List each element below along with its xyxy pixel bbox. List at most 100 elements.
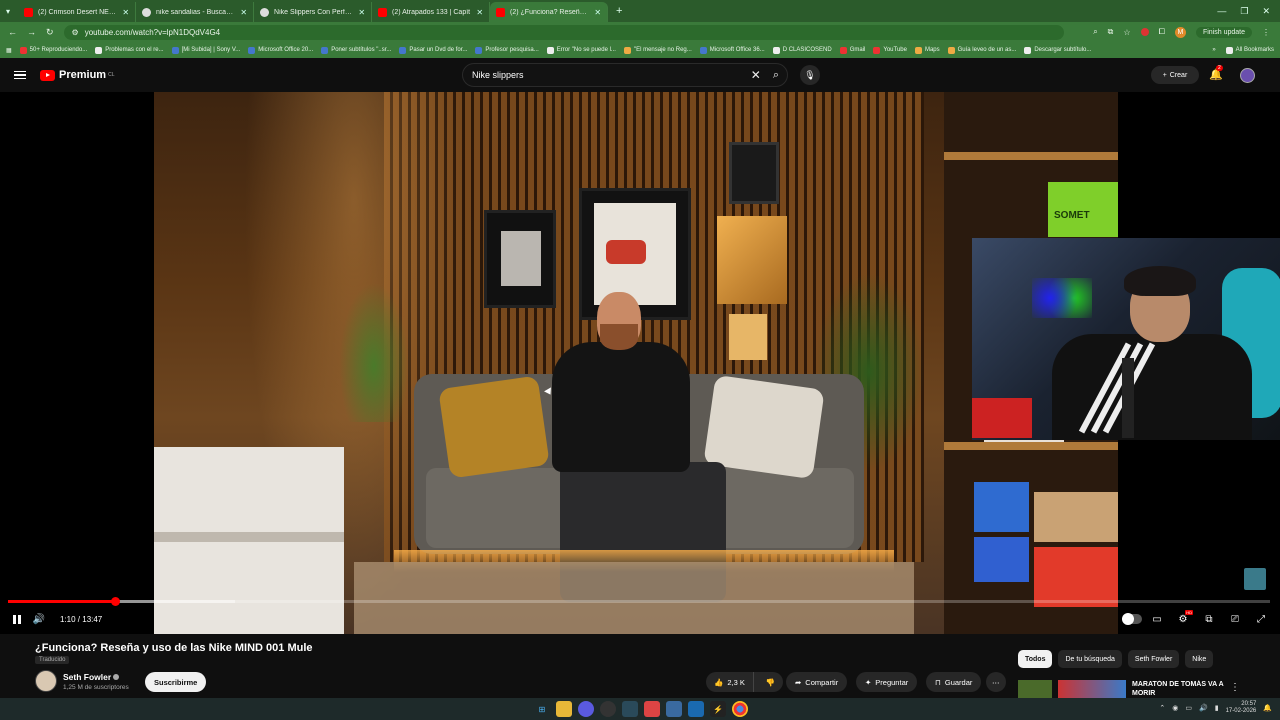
miniplayer-icon[interactable]: ⧉ — [1198, 608, 1220, 630]
close-tab-icon[interactable]: ✕ — [476, 8, 483, 17]
browser-tab-1[interactable]: (2) Crimson Desert NEW Game ✕ — [18, 2, 137, 22]
close-tab-icon[interactable]: ✕ — [358, 8, 365, 17]
notifications-icon[interactable]: 🔔 — [1263, 704, 1272, 712]
bookmark-item[interactable]: Pasar un Dvd de for... — [399, 46, 467, 54]
browser-tab-4[interactable]: (2) Atrapados 133 | Capít ✕ — [372, 2, 491, 22]
close-tab-icon[interactable]: ✕ — [240, 8, 247, 17]
recommended-thumbnail[interactable] — [1058, 680, 1126, 698]
channel-watermark[interactable] — [1244, 568, 1266, 590]
new-tab-button[interactable]: + — [616, 5, 622, 17]
channel-name[interactable]: Seth Fowler — [63, 672, 120, 682]
pause-button[interactable] — [6, 608, 28, 630]
battery-icon[interactable]: ▮ — [1215, 704, 1219, 712]
omnibox[interactable]: ⚙ youtube.com/watch?v=lpN1DQdV4G4 — [63, 24, 1064, 40]
install-icon[interactable]: ⧉ — [1108, 27, 1114, 37]
site-info-icon[interactable]: ⚙ — [72, 28, 79, 37]
bookmark-item[interactable]: Descargar subtítulo... — [1024, 46, 1091, 54]
search-input[interactable]: Nike slippers — [472, 70, 751, 80]
steam-icon[interactable] — [688, 701, 704, 717]
bookmark-item[interactable]: Microsoft Office 36... — [699, 46, 765, 54]
bookmark-item[interactable]: Error "No se puede l... — [546, 46, 616, 54]
windows-start-icon[interactable]: ⊞ — [534, 701, 550, 717]
bookmark-item[interactable]: Profesor pesquisa... — [475, 46, 539, 54]
maximize-icon[interactable]: ❐ — [1240, 6, 1248, 17]
bookmark-item[interactable]: Gmail — [839, 46, 865, 54]
like-button[interactable]: 👍 2,3 K — [706, 672, 754, 692]
settings-gear-icon[interactable]: ⚙ HD — [1172, 608, 1194, 630]
chip-todos[interactable]: Todos — [1018, 650, 1053, 668]
microphone-icon[interactable]: 🎙 — [800, 65, 820, 85]
discord-icon[interactable] — [578, 701, 594, 717]
tray-chevron-icon[interactable]: ⌃ — [1159, 704, 1165, 712]
progress-bar[interactable] — [8, 597, 1270, 606]
profile-avatar[interactable]: M — [1174, 26, 1186, 38]
close-tab-icon[interactable]: ✕ — [594, 8, 601, 17]
recommended-thumbnail[interactable] — [1018, 680, 1052, 698]
cast-icon[interactable]: ⎚ — [1224, 608, 1246, 630]
bookmark-item[interactable]: Microsoft Office 20... — [248, 46, 313, 54]
ask-button[interactable]: ✦ Preguntar — [856, 672, 918, 692]
dislike-button[interactable]: 👎 — [758, 672, 783, 692]
reload-icon[interactable]: ↻ — [46, 27, 54, 38]
fullscreen-icon[interactable]: ⤢ — [1250, 608, 1272, 630]
wifi-icon[interactable]: ◉ — [1172, 704, 1178, 712]
search-icon[interactable]: ⌕ — [773, 69, 779, 82]
calendar-icon[interactable] — [644, 701, 660, 717]
forward-icon[interactable]: → — [27, 27, 36, 38]
subscribe-button[interactable]: Suscribirme — [145, 672, 207, 692]
share-button[interactable]: ➦ Compartir — [786, 672, 848, 692]
browser-tab-2[interactable]: nike sandalias - Buscar con Go ✕ — [136, 2, 255, 22]
autoplay-toggle[interactable] — [1122, 613, 1142, 625]
create-button[interactable]: + Crear — [1151, 66, 1199, 84]
chip-nike[interactable]: Nike — [1185, 650, 1214, 668]
clear-search-icon[interactable]: ✕ — [751, 68, 761, 82]
all-bookmarks-button[interactable]: All Bookmarks — [1225, 46, 1274, 54]
chip-seth-fowler[interactable]: Seth Fowler — [1127, 650, 1180, 668]
menu-dots-icon[interactable]: ⋮ — [1262, 28, 1270, 37]
bookmark-item[interactable]: Maps — [914, 46, 940, 54]
save-button[interactable]: ⊓ Guardar — [926, 672, 982, 692]
finish-update-button[interactable]: Finish update — [1195, 26, 1252, 38]
zoom-icon[interactable]: ⌕ — [1093, 27, 1097, 37]
account-avatar[interactable] — [1240, 68, 1255, 83]
volume-icon[interactable]: 🔊 — [28, 608, 50, 630]
back-icon[interactable]: ← — [8, 27, 17, 38]
video-player[interactable]: SOMET 🔊 1:10 / 13:47 ▭ ⚙ HD ⧉ ⎚ ⤢ — [0, 92, 1280, 634]
recommended-video[interactable]: MARATÓN DE TOMÁS VA A MORIR ⋮ — [1018, 680, 1268, 698]
bookmark-item[interactable]: Poner subtítulos "..sr... — [321, 46, 391, 54]
extensions-puzzle-icon[interactable]: ⧠ — [1159, 27, 1165, 37]
more-bookmarks-icon[interactable]: » — [1212, 47, 1215, 54]
bookmark-star-icon[interactable]: ☆ — [1123, 28, 1130, 37]
browser-tab-3[interactable]: Nike Slippers Con Perforacione ✕ — [254, 2, 373, 22]
more-dots-icon[interactable]: ⋮ — [1230, 682, 1240, 693]
menu-hamburger-icon[interactable] — [14, 70, 26, 80]
more-actions-button[interactable]: ⋯ — [986, 672, 1006, 692]
chip-de-tu-busqueda[interactable]: De tu búsqueda — [1058, 650, 1122, 668]
close-window-icon[interactable]: ✕ — [1262, 6, 1270, 17]
bookmark-item[interactable]: Guía leveo de un as... — [947, 46, 1016, 54]
bookmark-item[interactable]: [Mi Subida] | Sony V... — [171, 46, 240, 54]
clock[interactable]: 20:57 17-02-2026 — [1226, 701, 1257, 715]
close-tab-icon[interactable]: ✕ — [122, 8, 129, 17]
channel-avatar[interactable] — [35, 670, 57, 692]
minimize-icon[interactable]: — — [1217, 6, 1226, 17]
notifications-bell-icon[interactable]: 🔔 2 — [1209, 65, 1223, 81]
obs-icon[interactable] — [600, 701, 616, 717]
extension-icon[interactable] — [1140, 28, 1149, 36]
app-icon[interactable] — [622, 701, 638, 717]
file-explorer-icon[interactable] — [556, 701, 572, 717]
tab-search-icon[interactable]: ▾ — [0, 7, 18, 16]
chrome-icon[interactable] — [732, 701, 748, 717]
subtitles-icon[interactable]: ▭ — [1146, 608, 1168, 630]
youtube-premium-logo[interactable]: Premium CL — [40, 69, 114, 81]
translated-badge[interactable]: Traducido — [35, 656, 70, 664]
bookmark-item[interactable]: D CLASICOSEND — [772, 46, 832, 54]
bookmark-item[interactable]: "El mensaje no Reg... — [623, 46, 692, 54]
app-icon[interactable]: ⚡ — [710, 701, 726, 717]
scrubber-handle[interactable] — [111, 597, 121, 606]
speaker-icon[interactable]: 🔊 — [1199, 704, 1208, 712]
recommended-title[interactable]: MARATÓN DE TOMÁS VA A MORIR — [1132, 680, 1242, 698]
notepad-icon[interactable] — [666, 701, 682, 717]
bookmark-item[interactable]: 50+ Reproduciendo... — [19, 46, 87, 54]
bookmark-item[interactable]: Problemas con el re... — [95, 46, 164, 54]
